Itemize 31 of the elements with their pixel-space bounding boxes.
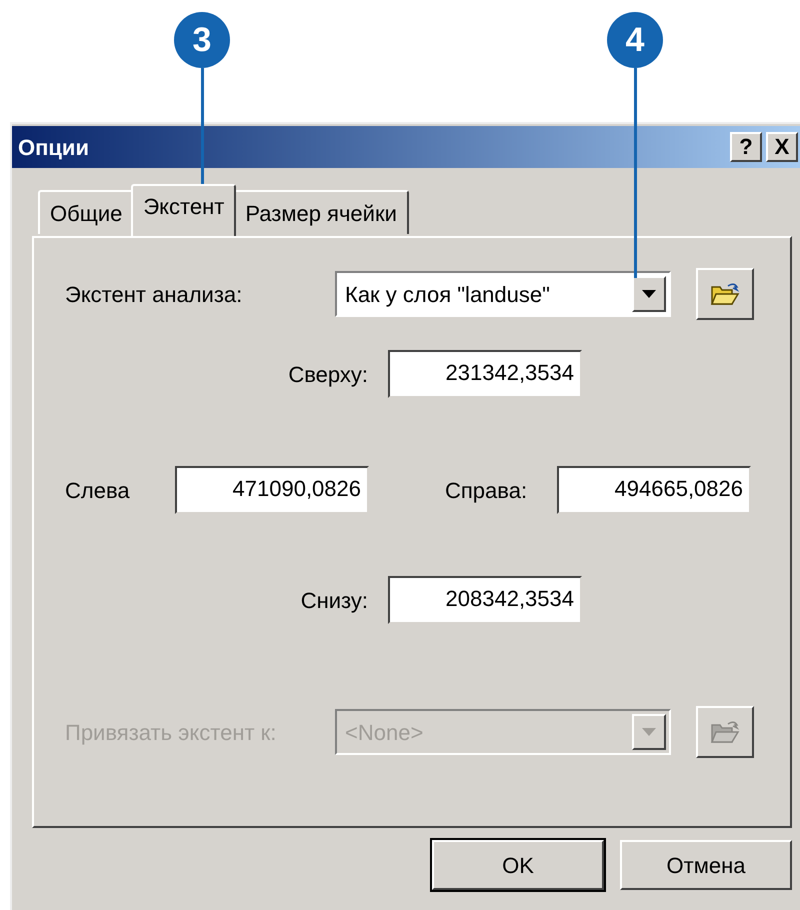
dialog-button[interactable]: Отмена	[620, 840, 792, 890]
caret-icon	[642, 290, 656, 298]
folder-icon	[710, 281, 740, 307]
window-title: Опции	[18, 134, 89, 162]
folder-icon	[710, 719, 740, 745]
dropdown[interactable]: Как у слоя "landuse"	[335, 271, 671, 317]
callout-badge: 3	[174, 12, 230, 68]
tab[interactable]: Экстент	[131, 184, 236, 236]
field-value: 471090,0826	[232, 475, 361, 503]
dialog-button[interactable]: OK	[432, 840, 604, 890]
field-label: Справа:	[445, 476, 528, 505]
field-label: Сверху:	[287, 360, 368, 389]
browse-button[interactable]	[696, 706, 754, 758]
coordinate-field[interactable]: 231342,3534	[388, 350, 582, 398]
help-button[interactable]: ?	[730, 132, 762, 162]
field-label: Снизу:	[300, 586, 368, 615]
close-button[interactable]: X	[766, 132, 798, 162]
field-value: 208342,3534	[446, 585, 574, 613]
dropdown-value: Как у слоя "landuse"	[345, 280, 551, 309]
tab[interactable]: Размер ячейки	[233, 190, 409, 234]
browse-button[interactable]	[696, 268, 754, 320]
field-value: 494665,0826	[614, 475, 743, 503]
coordinate-field[interactable]: 494665,0826	[557, 466, 751, 514]
extent-label: Экстент анализа:	[65, 280, 244, 308]
coordinate-field[interactable]: 471090,0826	[175, 466, 369, 514]
field-label: Слева	[65, 476, 131, 504]
caret-icon	[642, 728, 656, 736]
dropdown-arrow-button[interactable]	[632, 276, 666, 312]
field-value: 231342,3534	[446, 359, 574, 387]
callout-badge: 4	[607, 12, 663, 68]
coordinate-field[interactable]: 208342,3534	[388, 576, 582, 624]
